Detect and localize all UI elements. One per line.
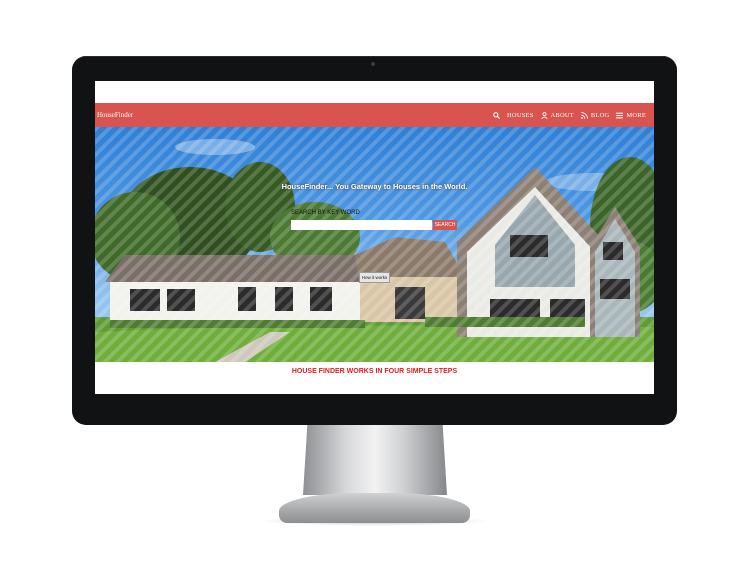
- screen: HouseFinder HOUSES ABOUT BLOG MORE House…: [95, 81, 654, 394]
- steps-heading: HOUSE FINDER WORKS IN FOUR SIMPLE STEPS: [291, 368, 458, 375]
- navbar: HouseFinder HOUSES ABOUT BLOG MORE: [95, 103, 654, 127]
- nav-item-about[interactable]: ABOUT: [540, 111, 574, 119]
- nav-item-label: BLOG: [590, 111, 610, 119]
- nav-item-more[interactable]: MORE: [616, 112, 646, 119]
- monitor-stand-neck: [303, 425, 447, 495]
- menu-icon: [616, 112, 624, 119]
- monitor-stand-base: [279, 493, 470, 523]
- search-icon[interactable]: [493, 111, 501, 119]
- brand-logo[interactable]: HouseFinder: [95, 111, 133, 119]
- hero-tagline: HouseFinder... You Gateway to Houses in …: [281, 182, 468, 191]
- house-photo: [95, 127, 654, 362]
- search-button[interactable]: SEARCH: [433, 220, 457, 230]
- nav-item-label: MORE: [626, 111, 646, 119]
- nav-links: HOUSES ABOUT BLOG MORE: [493, 112, 654, 119]
- search-input[interactable]: [291, 220, 432, 230]
- rss-icon: [581, 111, 588, 119]
- nav-item-blog[interactable]: BLOG: [581, 112, 610, 119]
- how-it-works-button[interactable]: How it works: [359, 272, 390, 283]
- hero-banner: HouseFinder... You Gateway to Houses in …: [95, 127, 654, 362]
- webcam: [371, 62, 375, 66]
- top-strip: [95, 81, 654, 103]
- monitor: HouseFinder HOUSES ABOUT BLOG MORE House…: [72, 56, 677, 425]
- user-icon: [540, 111, 548, 119]
- nav-item-label: HOUSES: [507, 111, 534, 119]
- nav-item-label: ABOUT: [550, 111, 574, 119]
- search-label: SEARCH BY KEY WORD: [291, 210, 360, 216]
- nav-item-houses[interactable]: HOUSES: [507, 112, 533, 119]
